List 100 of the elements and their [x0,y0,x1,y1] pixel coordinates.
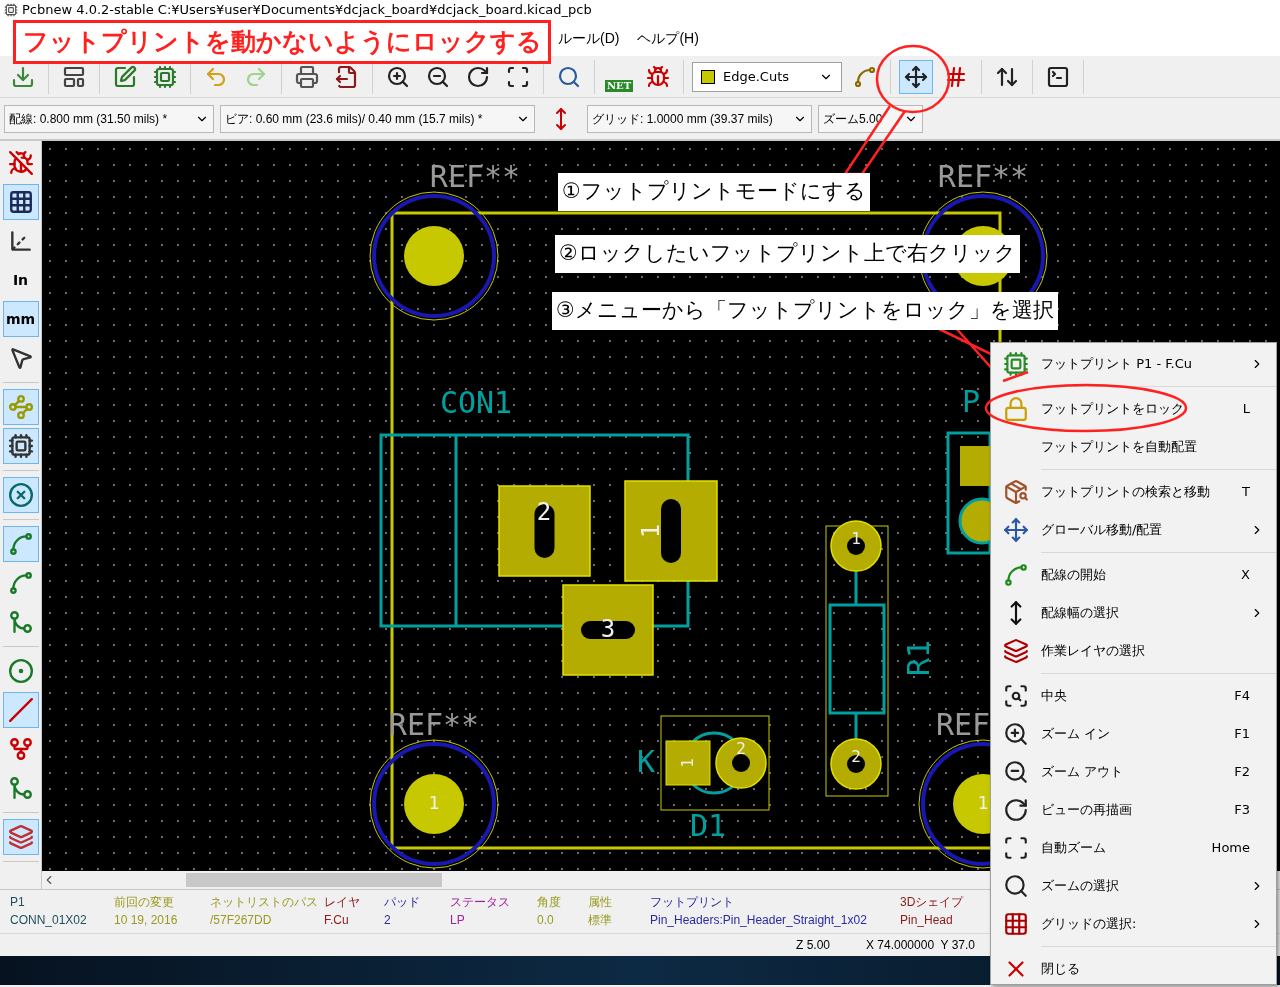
menu-item[interactable]: 閉じる [991,950,1276,987]
move-arrows-icon [1003,517,1029,543]
menu-item[interactable]: ルール(D) [558,27,620,49]
menu-item[interactable]: 自動ズーム Home [991,829,1276,867]
grid-icon [7,189,34,215]
menu-item[interactable]: 中央 F4 [991,677,1276,715]
menu-item[interactable]: ビューの再描画 F3 [991,791,1276,829]
menu-item[interactable]: 配線の開始 X [991,556,1276,594]
status-value: 0.0 [537,912,555,929]
track-icon [1003,562,1029,588]
size-dropdown[interactable]: 配線: 0.800 mm (31.50 mils) * [4,104,214,133]
redraw-icon [1003,797,1029,823]
chip-icon [153,64,177,89]
zoom-in-icon [386,64,410,89]
board-label: P [961,383,981,419]
board-label: D1 [689,807,727,843]
tool-button[interactable] [2,477,39,513]
status-value: CONN_01X02 [10,912,88,929]
status-label: 前回の変更 [114,894,175,911]
zoom-readout: Z 5.00 [796,937,832,954]
layers-icon [7,824,34,850]
menu-item[interactable]: ヘルプ(H) [637,27,699,49]
menu-item[interactable]: グローバル移動/配置 [991,511,1276,549]
status-label: レイヤ [324,894,361,911]
board-label: K [636,743,656,779]
toolbar-button[interactable] [899,59,933,94]
pad [830,520,882,572]
board-label: 1 [428,792,440,813]
chip-icon [1003,351,1029,377]
menu-item[interactable]: フットプリント P1 - F.Cu [991,345,1276,383]
board-label: REF** [937,158,1029,194]
menu-item[interactable]: ズーム アウト F2 [991,753,1276,791]
menu-item[interactable]: フットプリントを自動配置 [991,428,1276,466]
status-label: ステータス [450,894,511,911]
tool-button[interactable] [2,184,39,220]
zoom-fit-icon [506,64,530,89]
annotation-label: ①フットプリントモードにする [558,173,870,211]
zoom-select-icon [1003,873,1029,899]
netlist-button[interactable]: NET [603,60,635,93]
grid-icon [1003,911,1029,937]
layers-icon [1003,638,1029,664]
status-value: Pin_Head [900,912,954,929]
menu-item[interactable]: 作業レイヤの選択 [991,632,1276,670]
track-outline-icon [7,775,34,801]
annotation-label: ③メニューから「フットプリントをロック」を選択 [552,292,1058,330]
move-arrows-icon [904,64,928,89]
search-move-icon [1003,479,1029,505]
title-banner: フットプリントを動かないようにロックする [13,20,551,64]
board-label: 1 [977,792,989,813]
tool-button[interactable]: In [2,262,39,298]
zoom-fit-icon [1003,835,1029,861]
status-value: /57F267DD [210,912,273,929]
scrollbar-thumb[interactable] [186,873,442,887]
layer-dropdown[interactable]: Edge.Cuts [692,61,842,92]
bug-off-icon [7,150,34,176]
size-dropdown[interactable]: ビア: 0.60 mm (23.6 mils)/ 0.40 mm (15.7 mils) * [220,104,535,133]
pad [830,738,882,790]
filled-zone-icon [7,531,34,557]
menu-item[interactable]: グリッドの選択: [991,905,1276,943]
app-icon [4,3,18,17]
layer-swatch-icon [701,69,715,84]
via-track-icon [853,64,877,89]
status-label: 3Dシェイプ [900,894,965,911]
zoom-out-icon [1003,759,1029,785]
zoom-out-icon [426,64,450,89]
status-label: フットプリント [650,894,735,911]
printer-icon [295,64,319,89]
page-layout-icon [62,64,86,89]
terminal-icon [1046,64,1070,89]
status-value: Pin_Headers:Pin_Header_Straight_1x02 [650,912,868,929]
lock-icon [1003,396,1029,422]
board-label: R1 [900,639,936,677]
status-value: LP [450,912,466,929]
status-label: 属性 [588,894,613,911]
pen-icon [113,64,137,89]
menu-item[interactable]: フットプリントをロック L [991,390,1276,428]
status-value: F.Cu [324,912,350,929]
board-label: 2 [536,498,552,526]
document-output-icon [335,64,359,89]
board-label: 3 [600,615,616,643]
status-value: 10 19, 2016 [114,912,179,929]
tool-button[interactable] [2,428,39,464]
tool-button[interactable]: mm [2,301,39,337]
pad [665,740,711,786]
redraw-icon [466,64,490,89]
window-title: Pcbnew 4.0.2-stable C:¥Users¥user¥Documents¥dcjack_board¥dcjack_board.kicad_pcb [22,1,592,20]
menu-item[interactable]: ズームの選択 [991,867,1276,905]
size-dropdown[interactable]: グリッド: 1.0000 mm (39.37 mils) [587,104,812,133]
zone-sketch-icon [7,609,34,635]
menu-item[interactable]: 配線幅の選択 [991,594,1276,632]
via-sketch-icon [7,697,34,723]
cursor-coordinates: X 74.000000 Y 37.0 [866,937,975,954]
center-icon [1003,683,1029,709]
via-icon [7,658,34,684]
status-value: 標準 [588,912,613,929]
ratsnest-icon [7,394,34,420]
ladybug-icon [646,64,670,89]
status-label: P1 [10,894,26,911]
menu-item[interactable]: ズーム イン F1 [991,715,1276,753]
menu-item[interactable]: フットプリントの検索と移動 T [991,473,1276,511]
